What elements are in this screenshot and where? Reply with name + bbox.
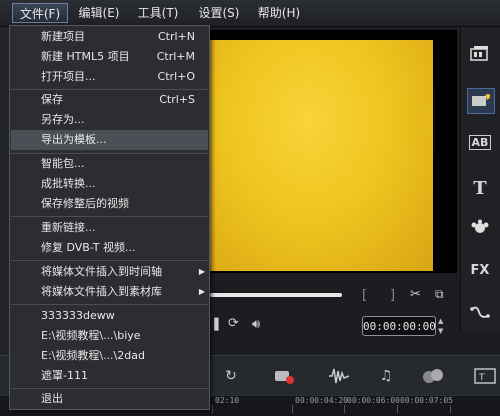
- menu-item-recent-2[interactable]: E:\视频教程\...\biye: [41, 326, 211, 346]
- file-menu-dropdown: 新建项目 Ctrl+N 新建 HTML5 项目 Ctrl+M 打开项目... Ctrl…: [9, 25, 210, 410]
- text-icon[interactable]: T: [467, 176, 493, 200]
- submenu-arrow-icon: ▶: [198, 267, 205, 276]
- ruler-label: 00:00:07:05: [400, 396, 453, 405]
- menu-item-save-as[interactable]: 另存为...: [41, 110, 211, 130]
- menu-item-shortcut: Ctrl+M: [156, 50, 195, 63]
- menu-settings[interactable]: 设置(S): [193, 3, 245, 23]
- menu-item-label: 遮罩-111: [41, 369, 88, 382]
- record-capture-icon[interactable]: [272, 365, 298, 387]
- menu-item-batch-convert[interactable]: 成批转换...: [41, 174, 211, 194]
- mark-out-button[interactable]: ]: [390, 288, 395, 303]
- ruler-tick: [397, 405, 398, 413]
- menu-item-insert-to-timeline[interactable]: 将媒体文件插入到时间轴 ▶: [41, 262, 211, 282]
- menu-item-label: 打开项目...: [41, 70, 96, 83]
- ruler-tick: [450, 405, 451, 413]
- menu-item-relink[interactable]: 重新链接...: [41, 218, 211, 238]
- timecode-field[interactable]: 00:00:00:00: [362, 316, 436, 336]
- menu-item-save[interactable]: 保存 Ctrl+S: [41, 90, 211, 110]
- menu-item-label: 修复 DVB-T 视频...: [41, 241, 136, 254]
- menu-item-new-html5-project[interactable]: 新建 HTML5 项目 Ctrl+M: [41, 47, 211, 67]
- menu-edit[interactable]: 编辑(E): [74, 3, 124, 23]
- instant-project-icon[interactable]: [467, 88, 495, 114]
- menu-file[interactable]: 文件(F): [12, 3, 68, 23]
- menu-item-shortcut: Ctrl+O: [157, 70, 195, 83]
- menu-item-label: 退出: [41, 392, 63, 405]
- svg-text:T: T: [478, 373, 485, 383]
- menu-item-save-trimmed-video[interactable]: 保存修整后的视频: [41, 194, 211, 214]
- menu-item-label: 成批转换...: [41, 177, 96, 190]
- menu-item-label: 333333deww: [41, 309, 115, 322]
- menu-separator: [11, 304, 208, 305]
- menu-item-label: 新建 HTML5 项目: [41, 50, 130, 63]
- fx-icon[interactable]: FX: [467, 258, 493, 282]
- next-frame-icon[interactable]: ▐: [210, 318, 218, 331]
- menu-item-label: 智能包...: [41, 157, 85, 170]
- timecode-spinner[interactable]: ▲ ▼: [438, 316, 450, 336]
- menu-item-new-project[interactable]: 新建项目 Ctrl+N: [41, 27, 211, 47]
- menu-separator: [11, 260, 208, 261]
- menu-item-label: 新建项目: [41, 30, 85, 43]
- preview-image: [207, 40, 433, 271]
- menu-bar: 文件(F) 编辑(E) 工具(T) 设置(S) 帮助(H): [0, 0, 500, 27]
- scissors-icon[interactable]: ✂: [410, 287, 421, 302]
- menu-item-recent-1[interactable]: 333333deww: [41, 306, 211, 326]
- menu-item-label: 将媒体文件插入到素材库: [41, 285, 162, 298]
- enlarge-icon[interactable]: ⧉: [435, 287, 444, 302]
- menu-item-recent-4[interactable]: 遮罩-111: [41, 366, 211, 386]
- menu-item-label: 保存修整后的视频: [41, 197, 129, 210]
- title-ab-icon[interactable]: AB: [467, 130, 493, 154]
- menu-item-repair-dvbt[interactable]: 修复 DVB-T 视频...: [41, 238, 211, 258]
- menu-item-recent-3[interactable]: E:\视频教程\...\2dad: [41, 346, 211, 366]
- menu-item-smart-package[interactable]: 智能包...: [41, 154, 211, 174]
- music-icon[interactable]: ♫: [373, 365, 399, 387]
- motion-tracking-icon[interactable]: [420, 365, 446, 387]
- menu-item-label: 重新链接...: [41, 221, 96, 234]
- ab-label: AB: [468, 134, 492, 150]
- ruler-label: 02:10: [215, 396, 240, 405]
- mark-in-button[interactable]: [: [362, 288, 367, 303]
- ruler-label: 00:00:04:20: [295, 396, 348, 405]
- menu-item-label: 保存: [41, 93, 63, 106]
- menu-item-label: 导出为模板...: [41, 133, 107, 146]
- path-icon[interactable]: [467, 300, 493, 324]
- menu-item-shortcut: Ctrl+S: [159, 93, 195, 106]
- submenu-arrow-icon: ▶: [198, 287, 205, 296]
- menu-tools[interactable]: 工具(T): [134, 3, 182, 23]
- ruler-tick: [212, 405, 213, 413]
- menu-help[interactable]: 帮助(H): [254, 3, 304, 23]
- redo-icon[interactable]: ↻: [218, 365, 244, 387]
- media-icon[interactable]: [467, 42, 493, 66]
- repeat-icon[interactable]: ⟳: [228, 316, 239, 331]
- menu-item-open-project[interactable]: 打开项目... Ctrl+O: [41, 67, 211, 87]
- volume-icon[interactable]: 🔊︎: [252, 317, 260, 332]
- menu-item-label: E:\视频教程\...\biye: [41, 329, 141, 342]
- ruler-tick: [344, 405, 345, 413]
- menu-item-label: 另存为...: [41, 113, 85, 126]
- ruler-label: 00:00:06:00: [347, 396, 400, 405]
- menu-item-label: 将媒体文件插入到时间轴: [41, 265, 162, 278]
- menu-item-insert-to-library[interactable]: 将媒体文件插入到素材库 ▶: [41, 282, 211, 302]
- menu-separator: [11, 216, 208, 217]
- menu-item-shortcut: Ctrl+N: [157, 30, 195, 43]
- ruler-tick: [292, 405, 293, 413]
- menu-item-exit[interactable]: 退出: [41, 389, 211, 409]
- graphics-icon[interactable]: [467, 216, 493, 240]
- playback-progress[interactable]: [210, 293, 342, 297]
- fx-label: FX: [470, 262, 490, 278]
- menu-item-label: E:\视频教程\...\2dad: [41, 349, 145, 362]
- menu-item-export-template[interactable]: 导出为模板...: [11, 130, 208, 150]
- subtitle-icon[interactable]: T: [472, 365, 498, 387]
- audio-wave-icon[interactable]: [326, 365, 352, 387]
